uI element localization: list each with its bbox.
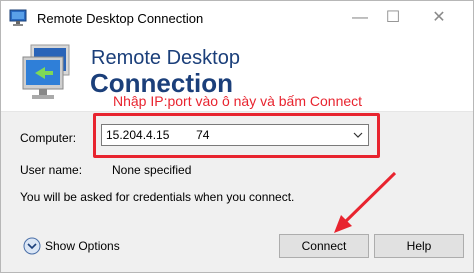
computer-input[interactable]: 15.204.4.15 74 <box>106 128 209 142</box>
minimize-icon[interactable]: — <box>349 7 371 29</box>
show-options-label[interactable]: Show Options <box>45 239 120 253</box>
window-title: Remote Desktop Connection <box>37 11 204 26</box>
computer-label: Computer: <box>20 131 77 145</box>
username-value: None specified <box>112 163 192 177</box>
remote-desktop-icon <box>22 44 70 99</box>
banner-title-line1: Remote Desktop <box>91 47 240 69</box>
remote-desktop-small-icon <box>9 9 27 26</box>
username-label: User name: <box>20 163 83 177</box>
credentials-note: You will be asked for credentials when y… <box>20 190 295 204</box>
close-icon[interactable]: ✕ <box>428 7 450 29</box>
connect-button[interactable]: Connect <box>279 234 369 258</box>
remote-desktop-window: Remote Desktop Connection — ☐ ✕ Remote D… <box>0 0 474 273</box>
maximize-icon[interactable]: ☐ <box>382 7 404 29</box>
expand-down-icon[interactable] <box>23 237 41 255</box>
chevron-down-icon[interactable] <box>352 129 364 141</box>
help-button[interactable]: Help <box>374 234 464 258</box>
computer-combobox[interactable]: 15.204.4.15 74 <box>101 124 369 146</box>
instruction-annotation: Nhập IP:port vào ô này và bấm Connect <box>113 93 363 109</box>
title-bar: Remote Desktop Connection — ☐ ✕ <box>1 1 473 37</box>
